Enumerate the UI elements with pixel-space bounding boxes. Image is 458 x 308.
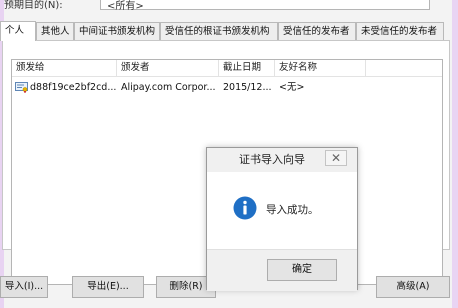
- close-icon: ✕: [330, 151, 342, 165]
- list-header: 颁发给 颁发者 截止日期 友好名称: [12, 60, 442, 77]
- window-frame-right: [452, 0, 458, 308]
- column-header-issued-to[interactable]: 颁发给: [12, 60, 117, 77]
- cell-issuer: Alipay.com Corpor...: [121, 82, 216, 93]
- info-icon: [233, 196, 257, 220]
- certificate-store-tabs: 个人 其他人 中间证书颁发机构 受信任的根证书颁发机构 受信任的发布者 未受信任…: [0, 21, 458, 41]
- cell-expiry-date: 2015/12...: [223, 82, 272, 93]
- table-row[interactable]: d88f19ce2bf2cd... Alipay.com Corpor... 2…: [12, 79, 372, 96]
- tab-other-people[interactable]: 其他人: [36, 22, 74, 41]
- dialog-title: 证书导入向导: [239, 153, 305, 166]
- export-button[interactable]: 导出(E)...: [72, 276, 144, 298]
- cell-issued-to: d88f19ce2bf2cd...: [30, 82, 117, 93]
- cell-friendly-name: <无>: [279, 82, 305, 93]
- purpose-label: 预期目的(N):: [4, 0, 63, 11]
- import-button[interactable]: 导入(I)...: [0, 276, 48, 298]
- tab-trusted-root-ca[interactable]: 受信任的根证书颁发机构: [160, 22, 278, 41]
- import-success-dialog: 证书导入向导 ✕ 导入成功。 确定: [206, 147, 358, 291]
- tab-trusted-publishers[interactable]: 受信任的发布者: [278, 22, 356, 41]
- tab-intermediate-ca[interactable]: 中间证书颁发机构: [74, 22, 160, 41]
- advanced-button[interactable]: 高级(A): [376, 276, 450, 298]
- dialog-message: 导入成功。: [266, 204, 319, 216]
- tab-personal[interactable]: 个人: [0, 21, 36, 41]
- dialog-footer: 确定: [207, 249, 357, 291]
- dialog-content: 导入成功。: [207, 172, 357, 249]
- purpose-row: 预期目的(N): <所有>: [0, 0, 458, 14]
- purpose-dropdown[interactable]: <所有>: [100, 0, 430, 12]
- close-button[interactable]: ✕: [325, 150, 347, 166]
- tab-untrusted-publishers[interactable]: 未受信任的发布者: [356, 22, 444, 41]
- dialog-title-bar[interactable]: 证书导入向导 ✕: [207, 148, 357, 172]
- column-header-issuer[interactable]: 颁发者: [117, 60, 219, 77]
- ok-button[interactable]: 确定: [267, 259, 337, 281]
- column-header-friendly-name[interactable]: 友好名称: [275, 60, 366, 77]
- column-header-expiry-date[interactable]: 截止日期: [219, 60, 275, 77]
- purpose-dropdown-value: <所有>: [107, 1, 144, 12]
